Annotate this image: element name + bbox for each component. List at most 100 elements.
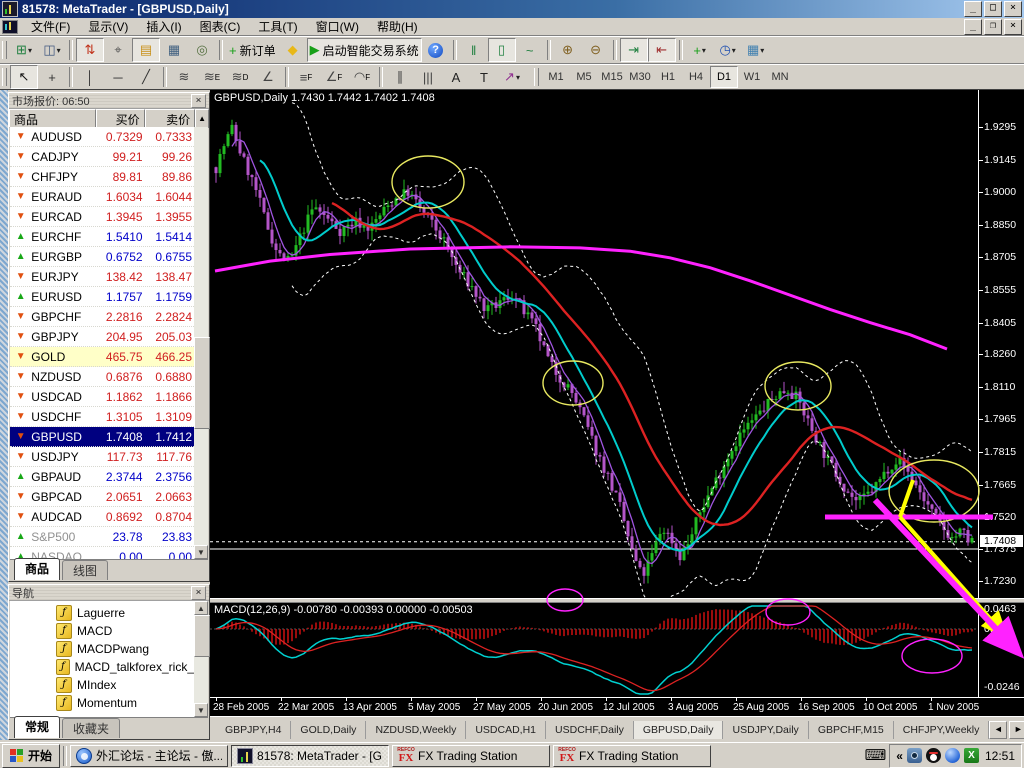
scroll-up-icon[interactable]: ▲ (195, 109, 209, 128)
chart-tab-gold-daily[interactable]: GOLD,Daily (291, 721, 366, 739)
market-watch-row[interactable]: ▲EURGBP0.67520.6755 (10, 247, 194, 267)
mdi-minimize-button[interactable]: _ (964, 19, 982, 35)
chart-line-button[interactable]: ~ (516, 38, 544, 62)
market-watch-tab-0[interactable]: 商品 (14, 558, 60, 580)
market-watch-row[interactable]: ▲EURUSD1.17571.1759 (10, 287, 194, 307)
menu-item-6[interactable]: 帮助(H) (368, 17, 427, 36)
navigator-item-momentum[interactable]: ƒMomentum (10, 694, 194, 712)
vertical-line-button[interactable]: │ (76, 65, 104, 89)
navigator-item-macd[interactable]: ƒMACD (10, 622, 194, 640)
green-x-icon[interactable]: X (964, 748, 979, 763)
fibo-arcs-button[interactable]: ◠F (348, 65, 376, 89)
market-watch-row[interactable]: ▼EURJPY138.42138.47 (10, 267, 194, 287)
navigator-item-mindex[interactable]: ƒMIndex (10, 676, 194, 694)
market-watch-row[interactable]: ▼EURCAD1.39451.3955 (10, 207, 194, 227)
timeframe-h1-button[interactable]: H1 (654, 66, 682, 88)
market-watch-row[interactable]: ▼GBPJPY204.95205.03 (10, 327, 194, 347)
minimize-button[interactable]: _ (964, 1, 982, 17)
market-watch-row[interactable]: ▲EURCHF1.54101.5414 (10, 227, 194, 247)
navigator-item-macdpwang[interactable]: ƒMACDPwang (10, 640, 194, 658)
market-watch-tab-1[interactable]: 线图 (62, 560, 108, 580)
market-watch-row[interactable]: ▼AUDUSD0.73290.7333 (10, 127, 194, 147)
collapse-chevron-icon[interactable]: « (896, 749, 903, 763)
market-watch-row[interactable]: ▼GBPUSD1.74081.7412 (10, 427, 194, 447)
strategy-tester-button[interactable]: ◎ (188, 38, 216, 62)
navigator-titlebar[interactable]: 导航 × (9, 585, 209, 601)
menu-item-1[interactable]: 显示(V) (79, 17, 137, 36)
market-watch-row[interactable]: ▼USDJPY117.73117.76 (10, 447, 194, 467)
market-watch-row[interactable]: ▲GBPAUD2.37442.3756 (10, 467, 194, 487)
equidistant-channel-button[interactable]: ≋ (170, 65, 198, 89)
new-chart-button[interactable]: ⊞▾ (10, 38, 38, 62)
templates-button[interactable]: ▦▾ (742, 38, 770, 62)
profiles-button[interactable]: ◫▾ (38, 38, 66, 62)
gann-fan-button[interactable]: ∠ (254, 65, 282, 89)
market-watch-row[interactable]: ▼USDCHF1.31051.3109 (10, 407, 194, 427)
auto-scroll-button[interactable]: ⇥ (620, 38, 648, 62)
parallel-lines-button[interactable]: ∥ (386, 65, 414, 89)
menu-item-4[interactable]: 工具(T) (249, 17, 306, 36)
navigator-tab-0[interactable]: 常规 (14, 716, 60, 738)
new-order-button[interactable]: +新订单 (226, 38, 279, 62)
market-watch-button[interactable]: ⇅ (76, 38, 104, 62)
chart-candles-button[interactable]: ▯ (488, 38, 516, 62)
regression-channel-button[interactable]: ≋D (226, 65, 254, 89)
market-watch-row[interactable]: ▼GBPCHF2.28162.2824 (10, 307, 194, 327)
chart-tab-usdjpy-daily[interactable]: USDJPY,Daily (723, 721, 808, 739)
indicators-button[interactable]: +▾ (686, 38, 714, 62)
navigator-scrollbar[interactable]: ▲▼ (194, 601, 208, 717)
cycle-lines-button[interactable]: ||| (414, 65, 442, 89)
chart-tab-chfjpy-weekly[interactable]: CHFJPY,Weekly (894, 721, 990, 739)
arrows-tool-button[interactable]: ↗▾ (498, 65, 526, 89)
navigator-button[interactable]: ▤ (132, 38, 160, 62)
timeframe-h4-button[interactable]: H4 (682, 66, 710, 88)
column-header-0[interactable]: 商品 (9, 109, 96, 128)
market-watch-row[interactable]: ▼CADJPY99.2199.26 (10, 147, 194, 167)
metaeditor-button[interactable]: ◆ (279, 38, 307, 62)
fibo-retracement-button[interactable]: ≡F (292, 65, 320, 89)
market-watch-row[interactable]: ▼CHFJPY89.8189.86 (10, 167, 194, 187)
chart-tab-usdchf-daily[interactable]: USDCHF,Daily (546, 721, 634, 739)
market-watch-row[interactable]: ▼GBPCAD2.06512.0663 (10, 487, 194, 507)
tabs-scroll-right-icon[interactable]: ► (1009, 721, 1024, 739)
market-watch-row[interactable]: ▼GOLD465.75466.25 (10, 347, 194, 367)
trendline-button[interactable]: ╱ (132, 65, 160, 89)
timeframe-m1-button[interactable]: M1 (542, 66, 570, 88)
task-button-2[interactable]: REFCOFXFX Trading Station (392, 745, 550, 767)
navigator-item-macd-talkforex-rick-[interactable]: ƒMACD_talkforex_rick_ (10, 658, 194, 676)
crosshair-button[interactable]: + (38, 65, 66, 89)
menu-item-3[interactable]: 图表(C) (191, 17, 250, 36)
chart-tab-gbpjpy-h4[interactable]: GBPJPY,H4 (216, 721, 291, 739)
market-watch-scrollbar[interactable]: ▼ (194, 127, 208, 559)
scroll-down-icon[interactable]: ▼ (194, 703, 208, 717)
close-button[interactable]: × (1004, 1, 1022, 17)
menu-item-0[interactable]: 文件(F) (22, 17, 79, 36)
timeframe-d1-button[interactable]: D1 (710, 66, 738, 88)
market-watch-titlebar[interactable]: 市场报价: 06:50 × (9, 93, 209, 109)
zoom-in-button[interactable]: ⊕ (554, 38, 582, 62)
text-button[interactable]: A (442, 65, 470, 89)
expert-advisors-button[interactable]: ▶启动智能交易系统 (307, 38, 422, 62)
stddev-channel-button[interactable]: ≋E (198, 65, 226, 89)
periods-button[interactable]: ◷▾ (714, 38, 742, 62)
chart-mdi-icon[interactable] (2, 20, 18, 34)
timeframe-mn-button[interactable]: MN (766, 66, 794, 88)
start-button[interactable]: 开始 (2, 744, 60, 768)
text-label-button[interactable]: T (470, 65, 498, 89)
column-header-1[interactable]: 买价 (96, 109, 145, 128)
timeframe-m30-button[interactable]: M30 (626, 66, 654, 88)
chart-bars-button[interactable]: ‖ (460, 38, 488, 62)
column-header-2[interactable]: 卖价 (145, 109, 196, 128)
toolbar-grip[interactable] (2, 68, 7, 86)
zoom-out-button[interactable]: ⊖ (582, 38, 610, 62)
timeframe-m15-button[interactable]: M15 (598, 66, 626, 88)
price-axis[interactable]: 1.92951.91451.90001.88501.87051.85551.84… (978, 90, 1024, 598)
scroll-thumb[interactable] (194, 615, 210, 657)
chart-tab-usdcad-h1[interactable]: USDCAD,H1 (466, 721, 546, 739)
timeframe-w1-button[interactable]: W1 (738, 66, 766, 88)
navigator-item-laguerre[interactable]: ƒLaguerre (10, 604, 194, 622)
scroll-up-icon[interactable]: ▲ (194, 601, 208, 615)
market-watch-row[interactable]: ▼USDCAD1.18621.1866 (10, 387, 194, 407)
camera-icon[interactable] (907, 748, 922, 763)
scroll-down-icon[interactable]: ▼ (194, 545, 208, 559)
